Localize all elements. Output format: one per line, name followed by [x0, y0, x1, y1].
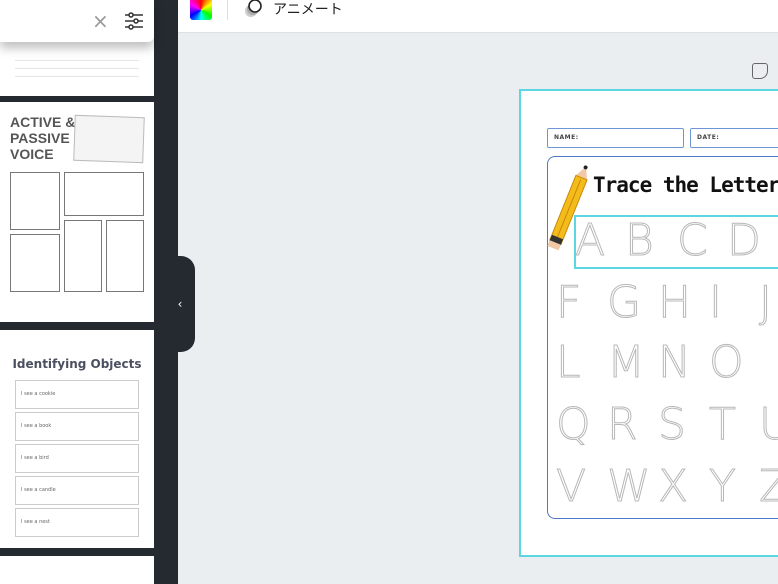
template-card-active-passive-voice[interactable]: ACTIVE & PASSIVE VOICE [0, 102, 154, 322]
template-card-partial[interactable] [0, 556, 154, 584]
template-row: I see a candle [15, 476, 139, 505]
animate-button[interactable]: アニメート [273, 0, 343, 19]
template-row: I see a bird [15, 444, 139, 473]
trace-letter: R [607, 399, 639, 450]
trace-letter: L [556, 337, 581, 388]
sticky-note-icon[interactable] [752, 63, 768, 79]
trace-letter: D [727, 215, 762, 266]
template-row: I see a nest [15, 508, 139, 537]
trace-letter: S [658, 399, 687, 450]
template-sidebar: × ACTIVE & PASSIVE VOICE Identifying Obj… [0, 0, 178, 584]
trace-letter: W [607, 461, 652, 512]
trace-letter: M [607, 337, 646, 388]
search-bar[interactable]: × [0, 0, 154, 42]
collapse-panel-button[interactable]: ‹ [165, 256, 195, 352]
trace-letter: J [759, 277, 773, 328]
chevron-left-icon: ‹ [177, 297, 183, 311]
filter-sliders-icon[interactable] [124, 12, 144, 30]
trace-letter: H [657, 277, 692, 328]
trace-letter: C [677, 215, 709, 266]
toolbar-divider [227, 0, 228, 20]
rainbow-color-icon[interactable] [190, 0, 212, 20]
trace-letter: I [709, 277, 723, 328]
trace-letter: G [606, 277, 642, 328]
template-title-line: VOICE [10, 146, 54, 162]
trace-letter: O [709, 337, 745, 388]
name-field[interactable]: NAME: [547, 128, 684, 148]
template-row: I see a book [15, 412, 139, 441]
worksheet-title[interactable]: Trace the Letters [593, 173, 778, 197]
top-toolbar: アニメート [178, 0, 778, 33]
template-title-line: ACTIVE & [10, 114, 76, 130]
trace-letter: Q [556, 399, 592, 450]
template-row: I see a cookie [15, 380, 139, 409]
trace-letter: U [758, 399, 778, 450]
trace-letter: B [625, 215, 655, 266]
animate-circles-icon[interactable] [243, 0, 263, 18]
trace-letter: X [657, 461, 689, 512]
template-title: Identifying Objects [12, 357, 142, 371]
trace-letter: Y [709, 461, 737, 512]
trace-letter: N [658, 337, 692, 388]
date-field[interactable]: DATE: [690, 128, 778, 148]
trace-letter: V [555, 461, 587, 512]
clear-search-icon[interactable]: × [92, 11, 109, 31]
design-page[interactable]: NAME: DATE: Trace the Letters ABCD FGHIJ L… [519, 89, 778, 557]
trace-letter: A [574, 215, 606, 266]
trace-letter: F [555, 277, 582, 328]
trace-letter: Z [758, 461, 778, 512]
trace-letter: T [709, 399, 737, 450]
template-card-identifying-objects[interactable]: Identifying Objects I see a cookie I see… [0, 330, 154, 548]
template-title-line: PASSIVE [10, 130, 70, 146]
